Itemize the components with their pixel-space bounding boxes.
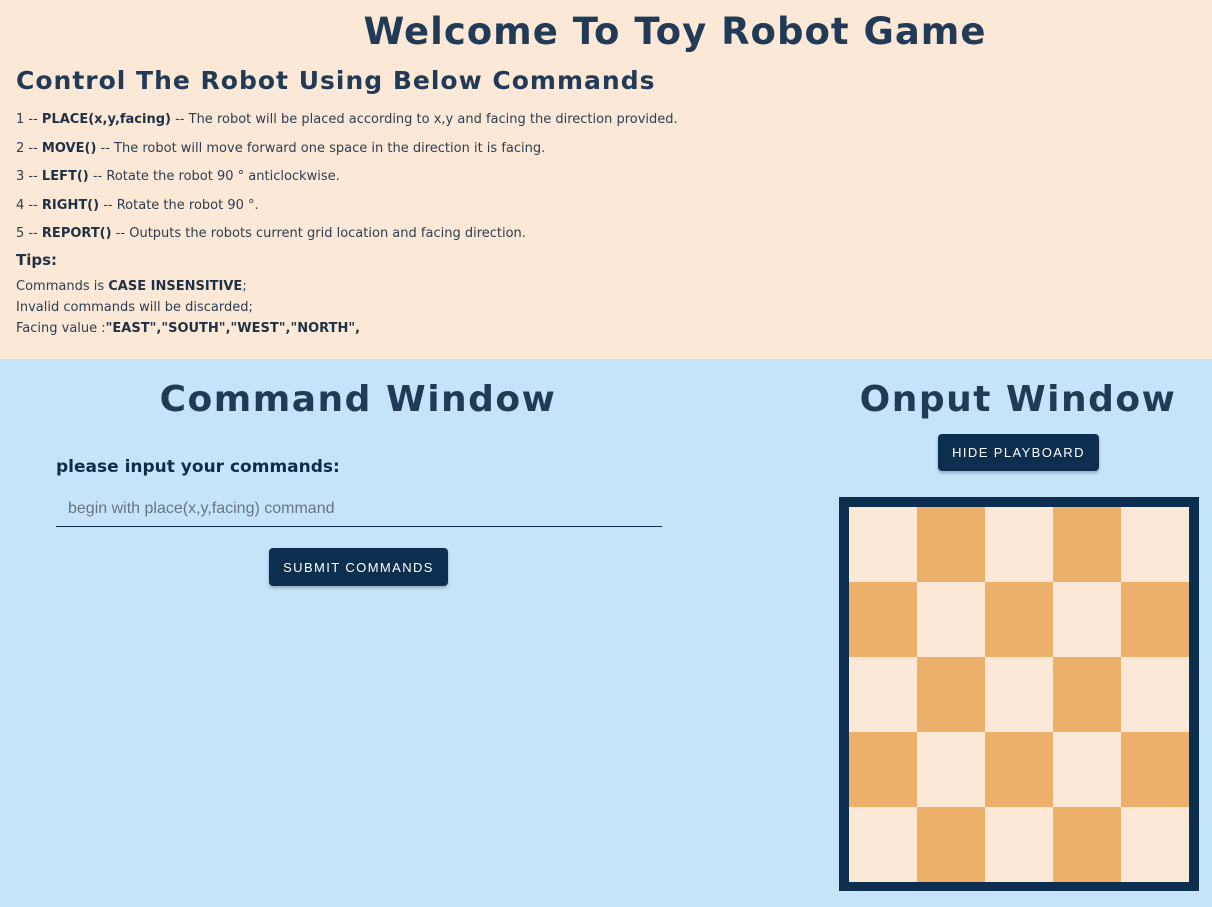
command-description: -- The robot will be placed according to…	[170, 112, 678, 127]
command-number: 1 --	[16, 112, 42, 127]
tip-text: Facing value :	[16, 321, 106, 336]
tip-facing-values: Facing value :"EAST","SOUTH","WEST","NOR…	[16, 321, 360, 336]
hide-playboard-button[interactable]: HIDE PLAYBOARD	[938, 434, 1099, 471]
command-description: -- Rotate the robot 90 °.	[99, 198, 259, 213]
board-cell	[849, 657, 917, 732]
command-description: -- Outputs the robots current grid locat…	[111, 226, 526, 241]
board-cell	[1053, 582, 1121, 657]
command-input[interactable]	[56, 491, 662, 527]
board-cell	[985, 807, 1053, 882]
command-description: -- Rotate the robot 90 ° anticlockwise.	[88, 169, 340, 184]
playboard-grid	[849, 507, 1189, 882]
board-cell	[985, 582, 1053, 657]
board-cell	[1053, 507, 1121, 582]
command-input-label: please input your commands:	[56, 457, 340, 477]
board-cell	[917, 732, 985, 807]
workspace-panel: Command Window please input your command…	[0, 359, 1212, 907]
board-cell	[1121, 582, 1189, 657]
board-cell	[985, 507, 1053, 582]
board-cell	[917, 657, 985, 732]
command-name: REPORT()	[41, 226, 112, 241]
command-name: LEFT()	[41, 169, 89, 184]
board-cell	[849, 507, 917, 582]
command-description: -- The robot will move forward one space…	[96, 141, 546, 156]
board-cell	[917, 582, 985, 657]
tip-emphasis: CASE INSENSITIVE	[108, 279, 243, 294]
tip-invalid-commands: Invalid commands will be discarded;	[16, 300, 253, 315]
board-cell	[1053, 657, 1121, 732]
command-number: 3 --	[16, 169, 42, 184]
command-number: 2 --	[16, 141, 42, 156]
board-cell	[1053, 732, 1121, 807]
board-cell	[1121, 507, 1189, 582]
command-name: MOVE()	[41, 141, 97, 156]
tip-emphasis: "EAST","SOUTH","WEST","NORTH",	[105, 321, 361, 336]
submit-commands-button[interactable]: SUBMIT COMMANDS	[269, 548, 448, 586]
board-cell	[917, 807, 985, 882]
command-name: PLACE(x,y,facing)	[41, 112, 171, 127]
board-cell	[849, 807, 917, 882]
tip-case-insensitive: Commands is CASE INSENSITIVE;	[16, 279, 247, 294]
board-cell	[1121, 807, 1189, 882]
board-cell	[849, 582, 917, 657]
command-number: 4 --	[16, 198, 42, 213]
board-cell	[917, 507, 985, 582]
tip-text: ;	[242, 279, 247, 294]
instructions-panel: Welcome To Toy Robot Game Control The Ro…	[0, 0, 1212, 359]
board-cell	[849, 732, 917, 807]
tips-heading: Tips:	[16, 251, 58, 269]
board-cell	[985, 657, 1053, 732]
board-cell	[1121, 657, 1189, 732]
page-title: Welcome To Toy Robot Game	[363, 10, 987, 53]
output-window-title: Onput Window	[859, 379, 1177, 420]
command-number: 5 --	[16, 226, 42, 241]
command-item-right: 4 -- RIGHT() -- Rotate the robot 90 °.	[16, 198, 259, 213]
board-cell	[1053, 807, 1121, 882]
command-name: RIGHT()	[41, 198, 100, 213]
command-item-move: 2 -- MOVE() -- The robot will move forwa…	[16, 141, 545, 156]
command-item-left: 3 -- LEFT() -- Rotate the robot 90 ° ant…	[16, 169, 340, 184]
board-cell	[1121, 732, 1189, 807]
command-item-place: 1 -- PLACE(x,y,facing) -- The robot will…	[16, 112, 678, 127]
tip-text: Commands is	[16, 279, 109, 294]
command-item-report: 5 -- REPORT() -- Outputs the robots curr…	[16, 226, 526, 241]
playboard	[839, 497, 1199, 891]
command-window-title: Command Window	[159, 379, 557, 420]
instructions-heading: Control The Robot Using Below Commands	[16, 66, 656, 95]
board-cell	[985, 732, 1053, 807]
